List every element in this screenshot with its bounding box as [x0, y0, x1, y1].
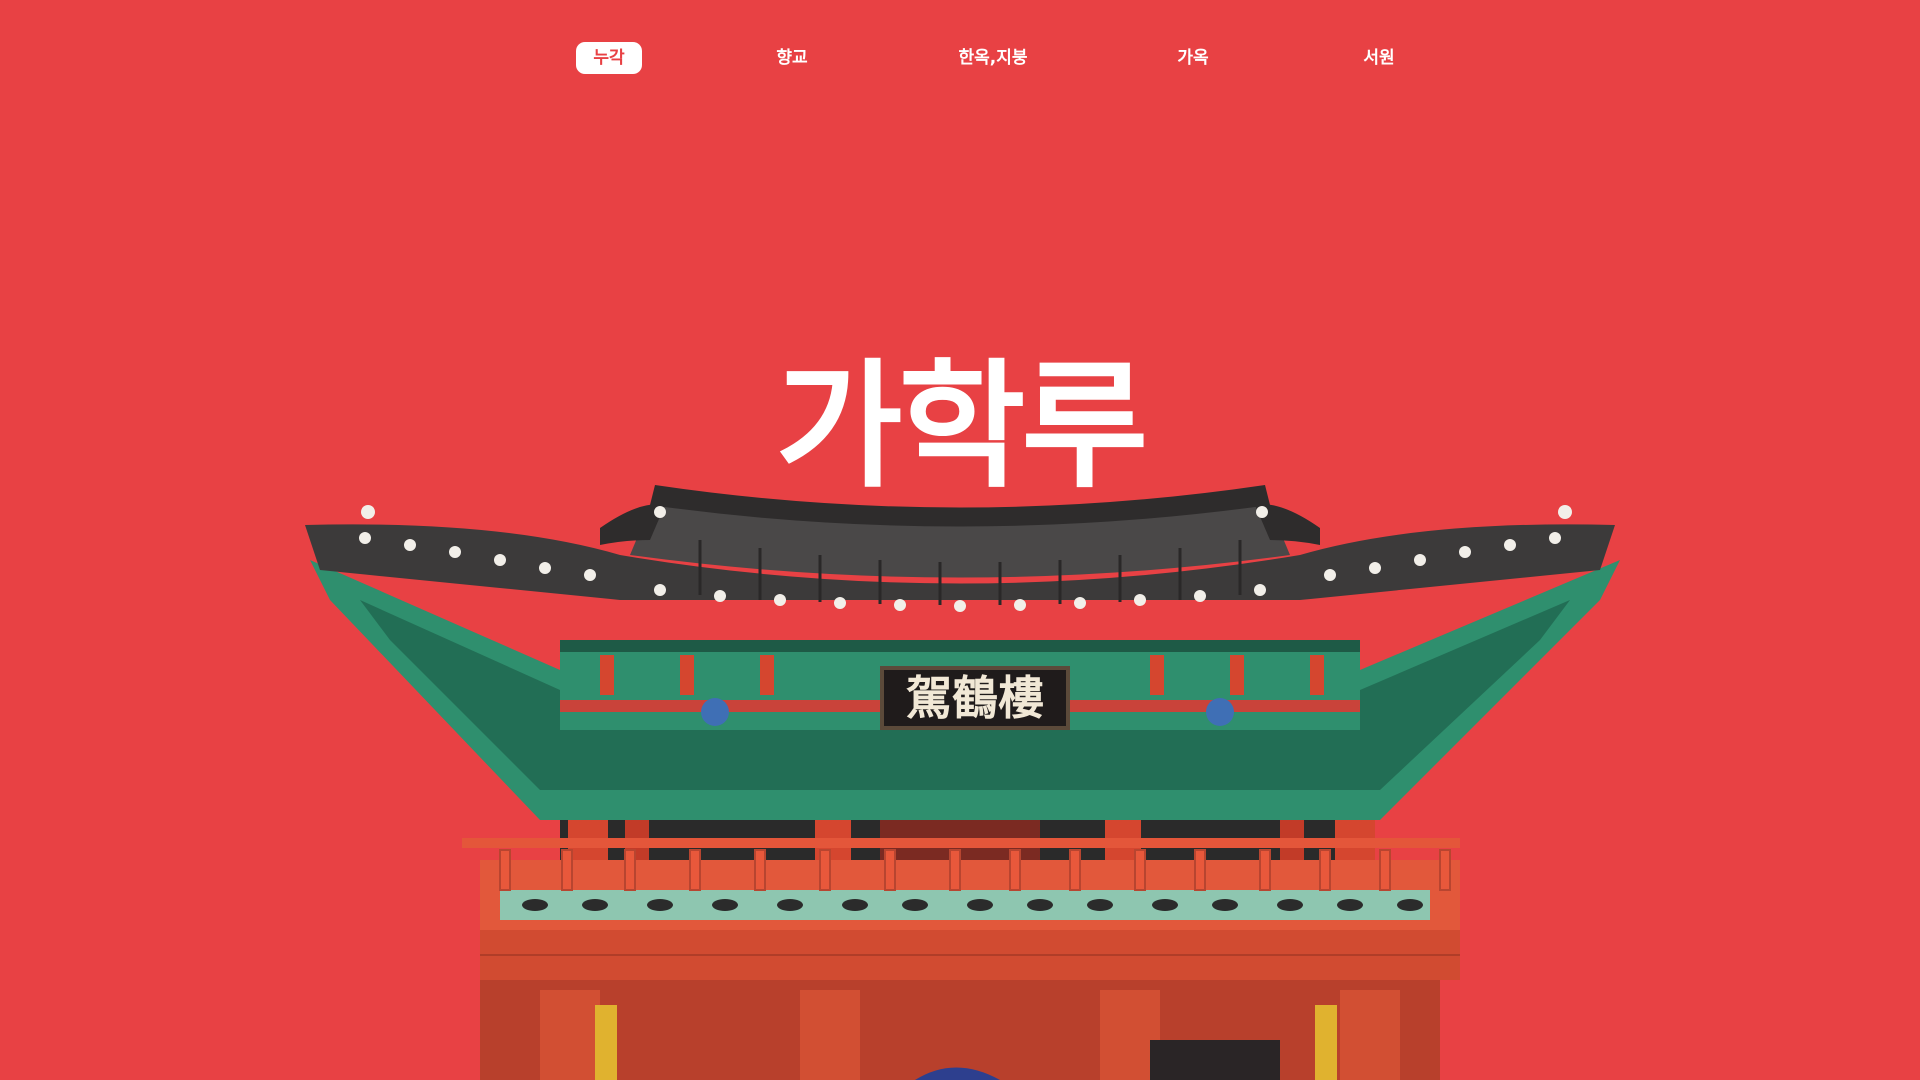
lower-structure	[480, 980, 1440, 1080]
page: 누각 향교 한옥,지붕 가옥 서원 駕鶴樓 가학루	[0, 0, 1920, 1080]
plaque-text: 駕鶴樓	[906, 671, 1044, 725]
hero-title: 가학루	[775, 346, 1149, 507]
name-plaque: 駕鶴樓	[880, 666, 1070, 730]
pavilion-illustration: 駕鶴樓	[305, 485, 1620, 1080]
